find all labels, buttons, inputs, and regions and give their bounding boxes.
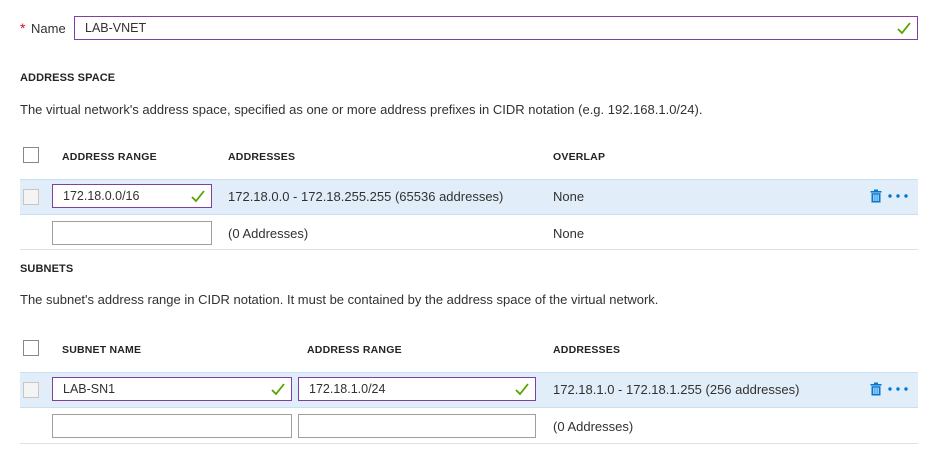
new-address-addresses: (0 Addresses) bbox=[228, 226, 309, 241]
subnet-select-all-checkbox[interactable] bbox=[23, 340, 39, 356]
address-row-checkbox[interactable] bbox=[23, 189, 39, 205]
new-subnet-address-range-input[interactable] bbox=[298, 414, 536, 438]
name-input[interactable]: LAB-VNET bbox=[74, 16, 918, 40]
new-address-range-input[interactable] bbox=[52, 221, 212, 245]
subnet-row-checkbox[interactable] bbox=[23, 382, 39, 398]
col-header-address-range: ADDRESS RANGE bbox=[62, 151, 157, 163]
name-input-value: LAB-VNET bbox=[85, 21, 147, 35]
ellipsis-icon[interactable] bbox=[888, 194, 908, 198]
subnet-name-value: LAB-SN1 bbox=[63, 382, 116, 396]
required-marker: * bbox=[20, 20, 26, 36]
new-address-overlap: None bbox=[553, 226, 585, 241]
name-label: Name bbox=[31, 21, 66, 36]
trash-icon[interactable] bbox=[870, 189, 882, 203]
new-subnet-addresses: (0 Addresses) bbox=[553, 419, 634, 434]
subnet-addresses: 172.18.1.0 - 172.18.1.255 (256 addresses… bbox=[553, 382, 800, 397]
address-overlap: None bbox=[553, 189, 585, 204]
row-divider bbox=[20, 249, 918, 250]
col-header-subnet-name: SUBNET NAME bbox=[62, 344, 142, 356]
ellipsis-icon[interactable] bbox=[888, 387, 908, 391]
checkmark-icon bbox=[897, 22, 911, 35]
subnet-name-input[interactable]: LAB-SN1 bbox=[52, 377, 292, 401]
checkmark-icon bbox=[515, 383, 529, 396]
col-header-addresses: ADDRESSES bbox=[228, 151, 296, 163]
checkmark-icon bbox=[271, 383, 285, 396]
address-space-heading: ADDRESS SPACE bbox=[20, 72, 116, 84]
address-range-input[interactable]: 172.18.0.0/16 bbox=[52, 184, 212, 208]
address-space-description: The virtual network's address space, spe… bbox=[20, 102, 703, 117]
col-header-overlap: OVERLAP bbox=[553, 151, 606, 163]
address-addresses: 172.18.0.0 - 172.18.255.255 (65536 addre… bbox=[228, 189, 504, 204]
subnet-address-range-input[interactable]: 172.18.1.0/24 bbox=[298, 377, 536, 401]
address-select-all-checkbox[interactable] bbox=[23, 147, 39, 163]
col-header-subnet-addresses: ADDRESSES bbox=[553, 344, 621, 356]
col-header-subnet-address-range: ADDRESS RANGE bbox=[307, 344, 402, 356]
new-subnet-name-input[interactable] bbox=[52, 414, 292, 438]
subnets-heading: SUBNETS bbox=[20, 263, 74, 275]
address-range-value: 172.18.0.0/16 bbox=[63, 189, 140, 203]
trash-icon[interactable] bbox=[870, 382, 882, 396]
checkmark-icon bbox=[191, 190, 205, 203]
subnet-address-range-value: 172.18.1.0/24 bbox=[309, 382, 386, 396]
subnets-description: The subnet's address range in CIDR notat… bbox=[20, 292, 659, 307]
row-divider bbox=[20, 443, 918, 444]
